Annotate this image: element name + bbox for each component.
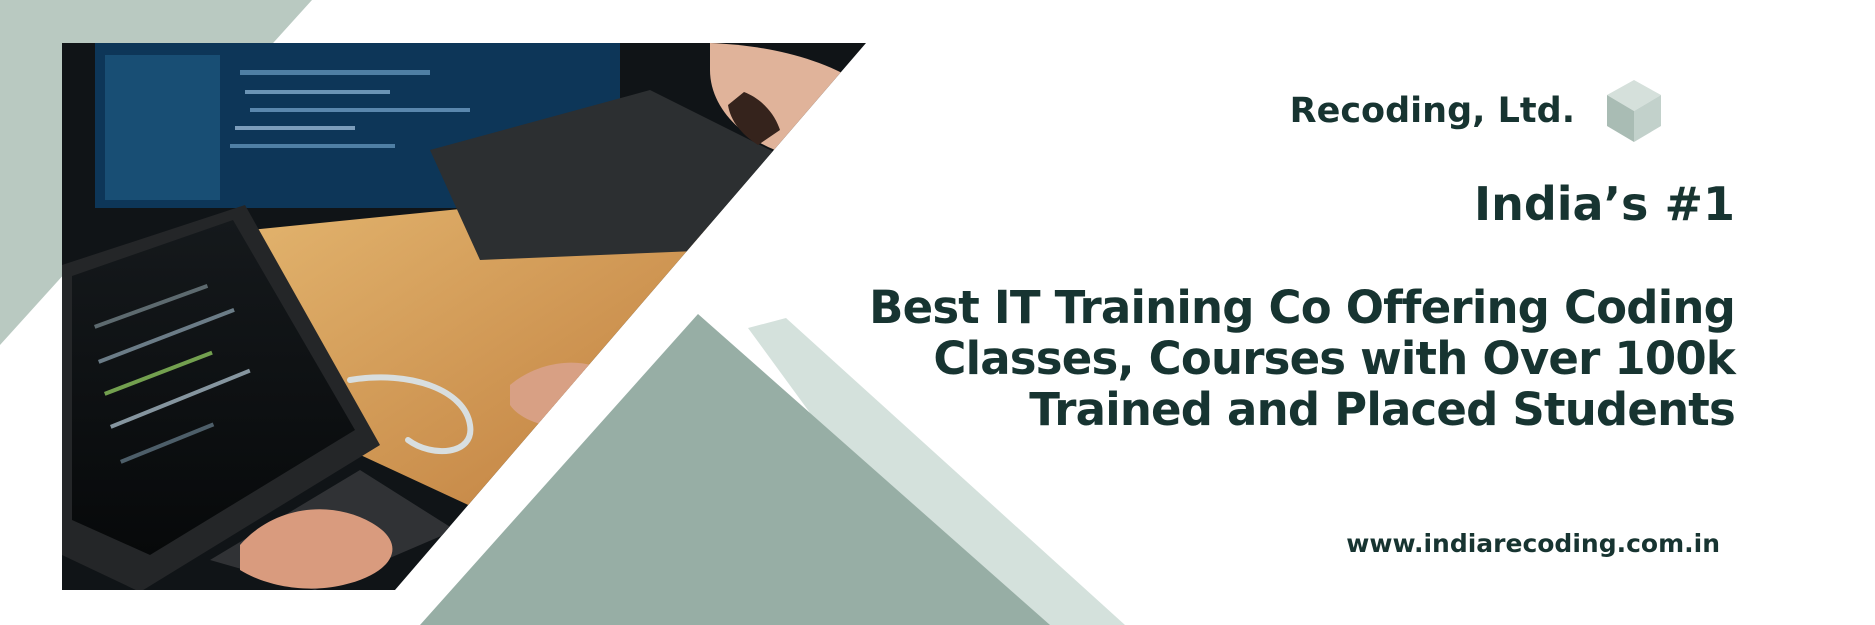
- monitor-code-line: [245, 90, 390, 94]
- brand-name: Recoding, Ltd.: [1289, 91, 1575, 131]
- monitor-code-panel: [105, 55, 220, 200]
- cube-icon: [1607, 80, 1661, 142]
- headline-line-2: Classes, Courses with Over 100k: [933, 332, 1735, 385]
- headline: Best IT Training Co Offering Coding Clas…: [805, 281, 1736, 436]
- monitor-code-line: [240, 70, 430, 75]
- monitor-code-line: [230, 144, 395, 148]
- rank-title: India’s #1: [1473, 177, 1735, 231]
- monitor-code-line: [235, 126, 355, 130]
- headline-line-1: Best IT Training Co Offering Coding: [869, 281, 1736, 334]
- headline-line-3: Trained and Placed Students: [1029, 383, 1736, 436]
- brand-header: Recoding, Ltd.: [1290, 80, 1663, 142]
- monitor-code-line: [250, 108, 470, 112]
- promo-banner: Recoding, Ltd. India’s #1 Best IT Traini…: [0, 0, 1875, 625]
- website-url: www.indiarecoding.com.in: [1346, 529, 1720, 558]
